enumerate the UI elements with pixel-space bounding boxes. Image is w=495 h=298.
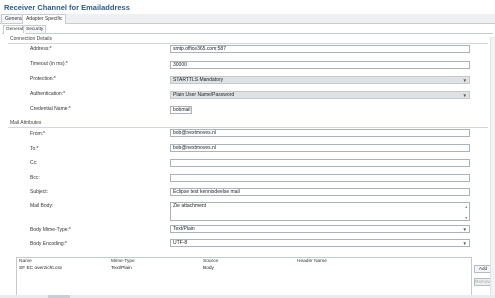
body-encoding-select[interactable]: UTF-8 ▼	[170, 239, 470, 247]
address-label: Address:*	[30, 46, 52, 52]
protection-value: STARTTLS Mandatory	[173, 77, 224, 83]
body-mime-select[interactable]: Text/Plain ▼	[170, 225, 470, 233]
vertical-scrollbar[interactable]	[490, 37, 495, 295]
protection-select[interactable]: STARTTLS Mandatory ▼	[170, 76, 470, 84]
cc-input[interactable]	[170, 159, 470, 167]
body-encoding-value: UTF-8	[173, 240, 188, 246]
body-mime-value: Text/Plain	[173, 226, 195, 232]
tab-adapter-specific[interactable]: Adapter Specific	[22, 14, 67, 24]
sub-tab-bar: General Security	[2, 25, 493, 34]
authentication-value: Plain User Name/Password	[173, 92, 235, 98]
mail-body-value: Zie attachment	[173, 203, 207, 209]
chevron-down-icon: ▼	[462, 78, 467, 83]
address-input[interactable]: smtp.office365.com:587	[170, 45, 470, 53]
body-encoding-label: Body Encoding:*	[30, 241, 67, 247]
chevron-down-icon: ▼	[462, 227, 467, 232]
subtab-security[interactable]: Security	[23, 25, 47, 33]
attachment-row-mime[interactable]: Text/Plain	[111, 266, 132, 271]
attachment-row-source[interactable]: Body	[203, 266, 214, 271]
attachment-row-name[interactable]: SF EC overzicht.csv	[19, 266, 62, 271]
column-header-header-name: Header Name	[297, 259, 327, 264]
column-header-mime-type: Mime-Type	[111, 259, 135, 264]
body-mime-label: Body Mime-Type:*	[30, 227, 71, 233]
cc-label: Cc:	[30, 160, 38, 166]
column-header-source: Source	[203, 259, 219, 264]
attachments-table: Name Mime-Type Source Header Name SF EC …	[16, 257, 472, 297]
authentication-select[interactable]: Plain User Name/Password ▼	[170, 91, 470, 99]
credential-input[interactable]: bobmail	[170, 106, 192, 114]
chevron-down-icon: ▼	[462, 241, 467, 246]
chevron-down-icon: ▼	[462, 93, 467, 98]
timeout-label: Timeout (in ms):*	[30, 61, 68, 67]
protection-label: Protection:*	[30, 76, 56, 82]
subject-label: Subject:	[30, 189, 49, 195]
to-input[interactable]: bob@nextmoves.nl	[170, 144, 470, 152]
bcc-input[interactable]	[170, 174, 470, 182]
from-input[interactable]: bob@nextmoves.nl	[170, 129, 470, 137]
credential-label: Credential Name:*	[30, 106, 71, 112]
mail-body-label: Mail Body:	[30, 203, 54, 209]
to-label: To:*	[30, 146, 39, 152]
arrow-up-icon[interactable]: ▲	[465, 204, 468, 210]
subject-input[interactable]: Eclipse test kennisdeelse mail	[170, 188, 470, 196]
mail-divider	[8, 127, 488, 128]
authentication-label: Authentication:*	[30, 91, 66, 97]
mail-section-title: Mail Attributes	[10, 120, 42, 126]
window-title: Receiver Channel for Emailaddress	[4, 3, 130, 12]
connection-section-title: Connection Details	[10, 36, 52, 42]
bcc-label: Bcc:	[30, 175, 40, 181]
connection-divider	[8, 43, 488, 44]
from-label: From:*	[30, 131, 45, 137]
timeout-input[interactable]: 30000	[170, 61, 470, 69]
arrow-down-icon[interactable]: ▼	[465, 215, 468, 220]
main-tab-bar: General Adapter Specific	[0, 14, 495, 24]
column-header-name: Name	[19, 259, 32, 264]
mail-body-textarea[interactable]: Zie attachment ▲ ▼	[170, 202, 470, 221]
